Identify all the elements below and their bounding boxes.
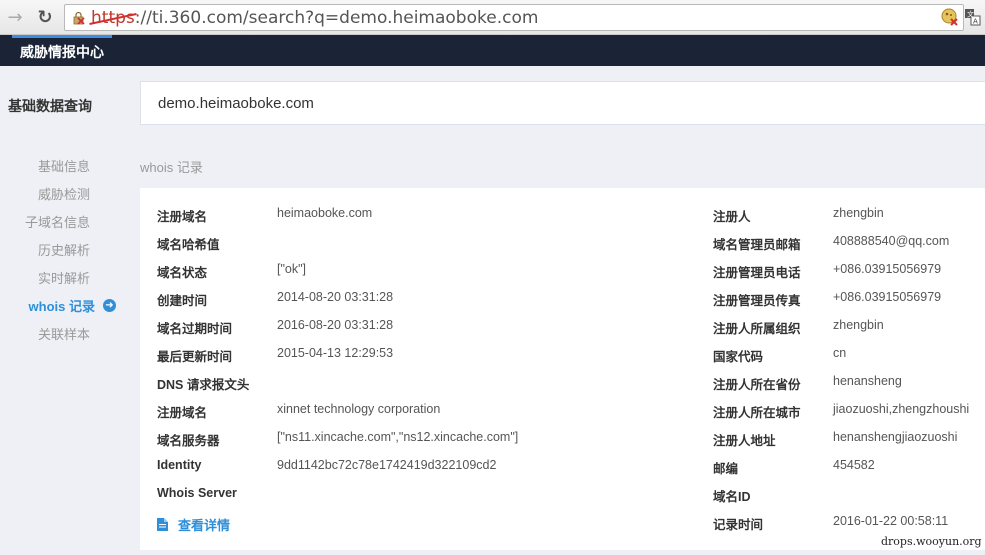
whois-value: 2015-04-13 12:29:53 [277, 346, 394, 360]
whois-value: cn [833, 346, 847, 360]
extension-icon[interactable] [941, 8, 959, 26]
whois-value: jiaozuoshi,zhengzhoushi [833, 402, 970, 416]
search-value: demo.heimaoboke.com [158, 95, 314, 112]
whois-label: 注册域名 [157, 210, 208, 224]
whois-value: 454582 [833, 458, 875, 472]
whois-label: 域名哈希值 [157, 238, 220, 252]
sidebar-item-threat-detection[interactable]: 威胁检测 [38, 184, 90, 203]
whois-label: 国家代码 [713, 350, 764, 364]
whois-label: 域名状态 [157, 266, 208, 280]
whois-panel: 注册域名 heimaoboke.com 域名哈希值 域名状态 ["ok"] 创建时间… [140, 188, 985, 550]
whois-label: 注册人 [713, 210, 751, 224]
reload-icon[interactable]: ↻ [35, 7, 55, 28]
sidebar-item-label: whois 记录 [28, 299, 95, 314]
url-path: ://ti.360.com/search?q=demo.heimaoboke.c… [134, 8, 539, 28]
whois-value: zhengbin [833, 206, 884, 220]
sidebar-item-whois[interactable]: whois 记录 ➜ [29, 296, 116, 315]
site-header: 威胁情报中心 [0, 35, 985, 66]
whois-label: 记录时间 [713, 518, 764, 532]
insecure-lock-icon[interactable] [72, 11, 86, 25]
watermark: drops.wooyun.org [877, 534, 985, 549]
whois-value: henanshengjiaozuoshi [833, 430, 958, 444]
view-details-label: 查看详情 [178, 518, 231, 533]
sidebar-item-subdomains[interactable]: 子域名信息 [25, 212, 90, 231]
whois-value: +086.03915056979 [833, 262, 942, 276]
url-text[interactable]: https://ti.360.com/search?q=demo.heimaob… [91, 8, 538, 28]
sidebar-item-history-resolution[interactable]: 历史解析 [38, 240, 90, 259]
whois-label: Identity [157, 458, 202, 472]
whois-label: 注册人所在城市 [713, 406, 801, 420]
whois-value: xinnet technology corporation [277, 402, 441, 416]
whois-value: 9dd1142bc72c78e1742419d322109cd2 [277, 458, 497, 472]
whois-value: 2016-01-22 00:58:11 [833, 514, 949, 528]
whois-value: +086.03915056979 [833, 290, 942, 304]
whois-value: 2016-08-20 03:31:28 [277, 318, 394, 332]
whois-label: 注册管理员传真 [713, 294, 801, 308]
whois-value: heimaoboke.com [277, 206, 373, 220]
whois-value: zhengbin [833, 318, 884, 332]
back-arrow-icon[interactable]: → [5, 7, 25, 28]
whois-label: 创建时间 [157, 294, 208, 308]
sidebar-item-basic-info[interactable]: 基础信息 [38, 156, 90, 175]
sidebar-title: 基础数据查询 [8, 98, 92, 114]
whois-value: henansheng [833, 374, 902, 388]
sidebar-item-related-samples[interactable]: 关联样本 [38, 324, 90, 343]
whois-value: ["ns11.xincache.com","ns12.xincache.com"… [277, 430, 519, 444]
view-details-link[interactable]: 查看详情 [157, 515, 230, 534]
whois-label: 注册人所属组织 [713, 322, 801, 336]
whois-label: DNS 请求报文头 [157, 378, 250, 392]
whois-label: 注册人地址 [713, 434, 776, 448]
whois-label: 注册域名 [157, 406, 208, 420]
sidebar-item-realtime-resolution[interactable]: 实时解析 [38, 268, 90, 287]
address-bar[interactable]: https://ti.360.com/search?q=demo.heimaob… [64, 4, 964, 31]
whois-value: 408888540@qq.com [833, 234, 950, 248]
whois-label: 域名服务器 [157, 434, 220, 448]
svg-text:A: A [973, 18, 978, 26]
translate-icon[interactable]: 文 A [964, 8, 981, 26]
whois-label: Whois Server [157, 486, 237, 500]
whois-value: 2014-08-20 03:31:28 [277, 290, 394, 304]
whois-label: 邮编 [713, 462, 739, 476]
whois-label: 域名过期时间 [157, 322, 233, 336]
site-title-tab[interactable]: 威胁情报中心 [12, 35, 112, 66]
section-title: whois 记录 [140, 160, 203, 175]
arrow-right-circle-icon: ➜ [103, 299, 116, 312]
whois-label: 注册人所在省份 [713, 378, 801, 392]
whois-label: 注册管理员电话 [713, 266, 801, 280]
whois-value: ["ok"] [277, 262, 307, 276]
whois-label: 域名管理员邮箱 [713, 238, 801, 252]
whois-label: 域名ID [713, 490, 751, 504]
url-scheme: https [91, 8, 135, 28]
search-input[interactable]: demo.heimaoboke.com [140, 81, 985, 125]
whois-label: 最后更新时间 [157, 350, 233, 364]
document-icon [157, 518, 168, 531]
browser-toolbar: → ↻ https://ti.360.com/search?q=demo.hei… [0, 0, 985, 35]
